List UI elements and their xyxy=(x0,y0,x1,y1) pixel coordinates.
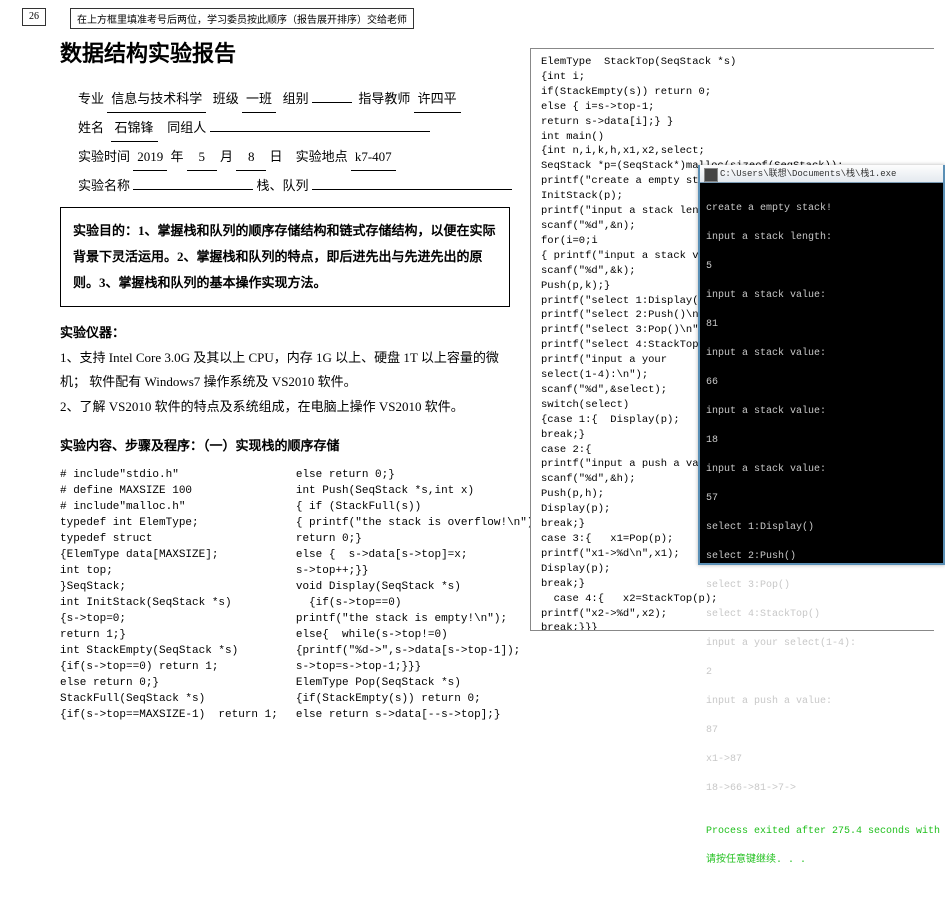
console-line: select 2:Push() xyxy=(706,550,937,565)
name-label: 姓名 xyxy=(78,120,104,135)
console-line: x1->87 xyxy=(706,753,937,768)
console-line: 2 xyxy=(706,666,937,681)
console-line: 66 xyxy=(706,376,937,391)
console-titlebar: C:\Users\联想\Documents\栈\栈1.exe xyxy=(700,165,943,183)
steps-section: 实验内容、步骤及程序：（一）实现栈的顺序存储 xyxy=(60,434,510,459)
equipment-section: 实验仪器： 1、支持 Intel Core 3.0G 及其以上 CPU，内存 1… xyxy=(60,321,510,420)
meta-line-1: 专业 信息与技术科学 班级 一班 组别 指导教师 许四平 xyxy=(78,86,510,113)
meta-line-4: 实验名称 栈、队列 xyxy=(78,173,510,199)
major-label: 专业 xyxy=(78,91,104,106)
console-line: 18->66->81->7-> xyxy=(706,782,937,797)
report-title: 数据结构实验报告 xyxy=(60,36,510,68)
console-line: input a stack value: xyxy=(706,405,937,420)
meta-line-2: 姓名 石锦锋 同组人 xyxy=(78,115,510,142)
steps-title: 实验内容、步骤及程序：（一）实现栈的顺序存储 xyxy=(60,438,340,453)
major-value: 信息与技术科学 xyxy=(107,86,206,113)
name-value: 石锦锋 xyxy=(111,115,158,142)
purpose-box: 实验目的：1、掌握栈和队列的顺序存储结构和链式存储结构，以便在实际背景下灵活运用… xyxy=(60,207,510,307)
month-value: 5 xyxy=(187,144,217,171)
console-line: 18 xyxy=(706,434,937,449)
meta-line-3: 实验时间 2019 年 5 月 8 日 实验地点 k7-407 xyxy=(78,144,510,171)
left-column: 数据结构实验报告 专业 信息与技术科学 班级 一班 组别 指导教师 许四平 姓名… xyxy=(60,36,510,723)
day-value: 8 xyxy=(236,144,266,171)
partner-value xyxy=(210,131,430,132)
console-line: input a your select(1-4): xyxy=(706,637,937,652)
console-footer-1: Process exited after 275.4 seconds with … xyxy=(706,825,937,840)
partner-label: 同组人 xyxy=(167,120,206,135)
teacher-label: 指导教师 xyxy=(358,91,410,106)
console-line: input a stack value: xyxy=(706,463,937,478)
top-instruction: 在上方框里填准考号后两位，学习委员按此顺序（报告展开排序）交给老师 xyxy=(70,8,414,29)
teacher-value: 许四平 xyxy=(414,86,461,113)
equip-title: 实验仪器： xyxy=(60,325,125,340)
console-window: C:\Users\联想\Documents\栈\栈1.exe create a … xyxy=(698,165,945,565)
year-suffix: 年 xyxy=(171,149,184,164)
console-line: input a push a value: xyxy=(706,695,937,710)
code-left-col-a: # include"stdio.h" # define MAXSIZE 100 … xyxy=(60,468,278,723)
time-label: 实验时间 xyxy=(78,149,130,164)
console-footer-2: 请按任意键继续. . . xyxy=(706,854,937,869)
console-line: select 3:Pop() xyxy=(706,579,937,594)
console-line: input a stack length: xyxy=(706,231,937,246)
month-suffix: 月 xyxy=(220,149,233,164)
console-line: create a empty stack! xyxy=(706,202,937,217)
expname-value: 栈、队列 xyxy=(257,178,309,193)
class-label: 班级 xyxy=(213,91,239,106)
console-line: input a stack value: xyxy=(706,289,937,304)
console-line: input a stack value: xyxy=(706,347,937,362)
place-label: 实验地点 xyxy=(296,149,348,164)
page-number-badge: 26 xyxy=(22,8,46,26)
day-suffix: 日 xyxy=(270,149,283,164)
code-left-block: # include"stdio.h" # define MAXSIZE 100 … xyxy=(60,468,510,723)
console-line: 87 xyxy=(706,724,937,739)
group-label: 组别 xyxy=(283,91,309,106)
class-value: 一班 xyxy=(242,86,276,113)
expname-blank xyxy=(133,189,253,190)
console-line: 57 xyxy=(706,492,937,507)
console-line: select 1:Display() xyxy=(706,521,937,536)
code-left-col-b: else return 0;} int Push(SeqStack *s,int… xyxy=(296,468,540,723)
equip-body: 1、支持 Intel Core 3.0G 及其以上 CPU，内存 1G 以上、硬… xyxy=(60,350,499,414)
expname-blank2 xyxy=(312,189,512,190)
console-line: 5 xyxy=(706,260,937,275)
console-body: create a empty stack! input a stack leng… xyxy=(700,183,943,902)
console-line: 81 xyxy=(706,318,937,333)
group-value xyxy=(312,102,352,103)
place-value: k7-407 xyxy=(351,144,396,171)
console-line: select 4:StackTop() xyxy=(706,608,937,623)
expname-label: 实验名称 xyxy=(78,178,130,193)
year-value: 2019 xyxy=(133,144,167,171)
